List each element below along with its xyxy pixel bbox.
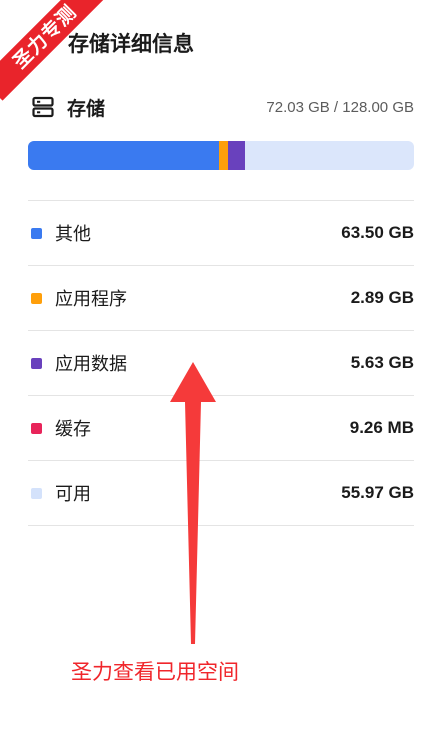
app-data-color-dot bbox=[31, 357, 42, 369]
storage-details-screen: 圣力专测 存储详细信息 存储 72.03 GB / 128.00 GB 其他 6… bbox=[0, 0, 437, 756]
cache-color-dot bbox=[31, 422, 42, 434]
list-item-label: 其他 bbox=[55, 224, 91, 245]
apps-color-dot bbox=[31, 292, 42, 304]
list-item-label: 可用 bbox=[55, 484, 91, 505]
available-color-dot bbox=[31, 487, 42, 499]
usage-bar-segment bbox=[219, 141, 228, 170]
list-item-cache[interactable]: 缓存 9.26 MB bbox=[28, 396, 414, 461]
storage-title: 存储 bbox=[67, 97, 106, 120]
storage-header: 存储 72.03 GB / 128.00 GB bbox=[28, 92, 414, 122]
list-item-app-data[interactable]: 应用数据 5.63 GB bbox=[28, 331, 414, 396]
list-item-label: 应用程序 bbox=[55, 289, 127, 310]
storage-category-list: 其他 63.50 GB 应用程序 2.89 GB 应用数据 5.63 GB 缓存… bbox=[28, 200, 414, 526]
other-color-dot bbox=[31, 227, 42, 239]
annotation-arrow-icon bbox=[170, 362, 216, 644]
list-item-label: 应用数据 bbox=[55, 354, 127, 375]
usage-bar-segment bbox=[28, 141, 219, 170]
annotation-text: 圣力查看已用空间 bbox=[71, 660, 239, 684]
list-item-other[interactable]: 其他 63.50 GB bbox=[28, 201, 414, 266]
page-title: 存储详细信息 bbox=[68, 32, 194, 56]
list-item-value: 9.26 MB bbox=[349, 418, 414, 437]
storage-icon bbox=[32, 96, 54, 118]
list-item-value: 55.97 GB bbox=[341, 483, 414, 502]
list-item-value: 63.50 GB bbox=[341, 223, 414, 242]
list-item-value: 5.63 GB bbox=[350, 353, 414, 372]
storage-usage-text: 72.03 GB / 128.00 GB bbox=[266, 98, 414, 116]
list-item-available[interactable]: 可用 55.97 GB bbox=[28, 461, 414, 526]
list-item-value: 2.89 GB bbox=[350, 288, 414, 307]
list-item-apps[interactable]: 应用程序 2.89 GB bbox=[28, 266, 414, 331]
list-item-label: 缓存 bbox=[55, 419, 91, 440]
usage-bar-segment bbox=[228, 141, 245, 170]
storage-usage-bar bbox=[28, 141, 414, 170]
